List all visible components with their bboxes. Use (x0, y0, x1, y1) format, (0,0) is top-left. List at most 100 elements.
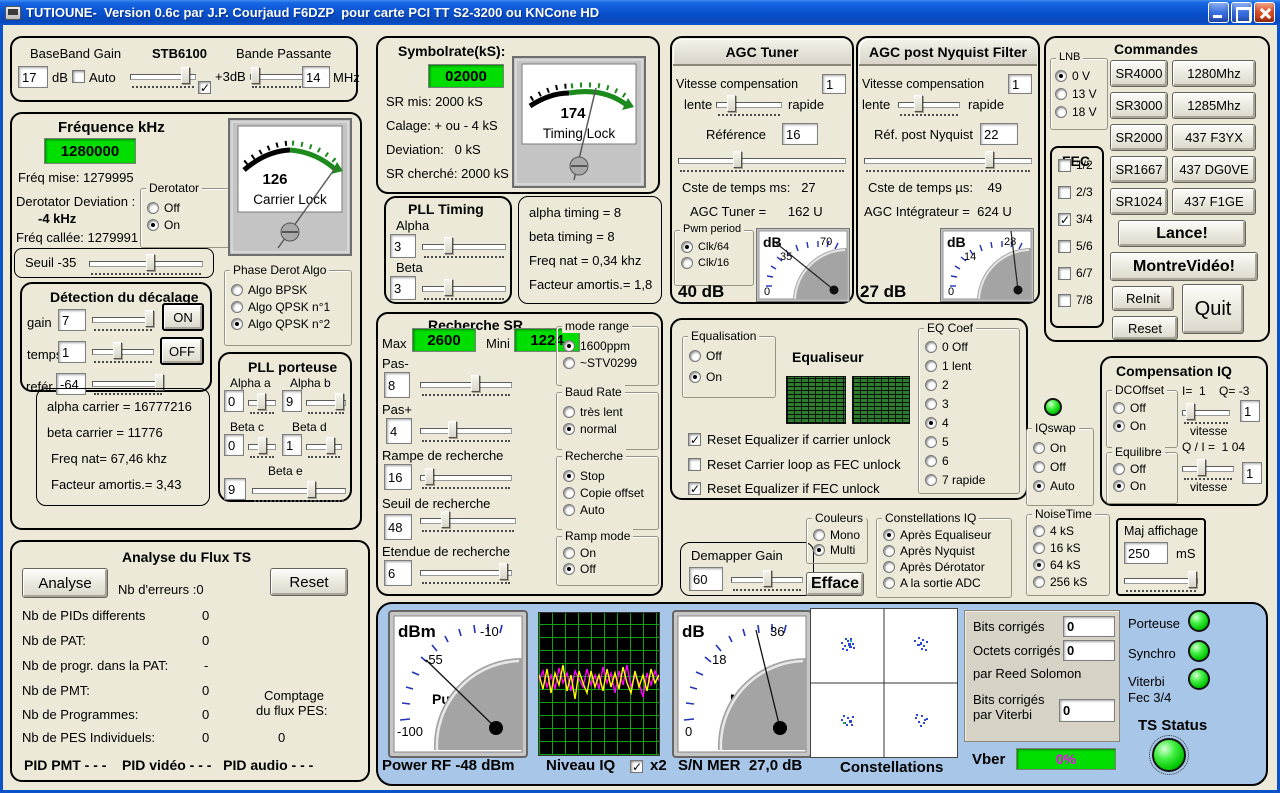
sortie-adc-radio[interactable]: A la sortie ADC (883, 576, 1011, 590)
pll-alpha-field[interactable]: 3 (390, 234, 416, 258)
sr2000-button[interactable]: SR2000 (1110, 124, 1168, 151)
lnb-0v-radio[interactable]: 0 V (1055, 69, 1107, 83)
bande-passante-field[interactable]: 14 (302, 66, 330, 88)
sr3000-button[interactable]: SR3000 (1110, 92, 1168, 119)
agc-ref-field[interactable]: 16 (782, 123, 818, 145)
baseband-gain-slider[interactable] (130, 66, 196, 86)
copie-offset-radio[interactable]: Copie offset (563, 486, 658, 500)
agc-ref-slider[interactable] (678, 150, 846, 170)
minimize-icon[interactable] (1208, 2, 1229, 23)
lnb-13v-radio[interactable]: 13 V (1055, 87, 1107, 101)
mode-1600ppm-radio[interactable]: 1600ppm (563, 339, 658, 353)
derotator-off-radio[interactable]: Off (147, 201, 229, 215)
freq-437f3yx-button[interactable]: 437 F3YX (1172, 124, 1256, 151)
pas-plus-field[interactable]: 4 (386, 418, 412, 444)
efface-button[interactable]: Efface (806, 572, 864, 596)
equilibre-vitesse-slider[interactable] (1182, 458, 1234, 478)
ramp-on-radio[interactable]: On (563, 546, 658, 560)
apres-equaliseur-radio[interactable]: Après Equaliseur (883, 528, 1011, 542)
equilibre-vitesse-field[interactable]: 1 (1242, 462, 1262, 484)
pll-beta-slider[interactable] (422, 278, 506, 298)
detection-off-button[interactable]: OFF (160, 337, 204, 365)
equilibre-off-radio[interactable]: Off (1113, 462, 1177, 476)
ramp-off-radio[interactable]: Off (563, 562, 658, 576)
demapper-slider[interactable] (731, 569, 803, 589)
algo-bpsk-radio[interactable]: Algo BPSK (231, 283, 351, 297)
nyq-vitesse-slider[interactable] (898, 94, 960, 114)
commandes-reset-button[interactable]: Reset (1112, 316, 1178, 340)
normal-radio[interactable]: normal (563, 422, 658, 436)
dcoffset-vitesse-field[interactable]: 1 (1240, 400, 1260, 422)
analyse-reset-button[interactable]: Reset (270, 568, 348, 596)
iqswap-on-radio[interactable]: On (1033, 441, 1093, 455)
beta-c-field[interactable]: 0 (224, 434, 244, 456)
algo-qpsk1-radio[interactable]: Algo QPSK n°1 (231, 300, 351, 314)
pas-moins-field[interactable]: 8 (384, 372, 410, 398)
coef-5-radio[interactable]: 5 (925, 435, 1019, 449)
alpha-b-field[interactable]: 9 (282, 390, 302, 412)
multi-radio[interactable]: Multi (813, 543, 867, 557)
iqswap-auto-radio[interactable]: Auto (1033, 479, 1093, 493)
clk64-radio[interactable]: Clk/64 (681, 241, 753, 253)
gain-field[interactable]: 7 (58, 309, 86, 331)
fec-34-checkbox[interactable]: 3/4 (1058, 212, 1102, 226)
freq-437f1ge-button[interactable]: 437 F1GE (1172, 188, 1256, 215)
agc-vitesse-slider[interactable] (716, 94, 782, 114)
tres-lent-radio[interactable]: très lent (563, 405, 658, 419)
detection-on-button[interactable]: ON (162, 303, 204, 331)
lance-button[interactable]: Lance! (1118, 220, 1246, 247)
apres-derotator-radio[interactable]: Après Dérotator (883, 560, 1011, 574)
reset-eq-fec-checkbox[interactable]: Reset Equalizer if FEC unlock (688, 481, 880, 496)
mode-stv0299-radio[interactable]: ~STV0299 (563, 356, 658, 370)
maj-field[interactable]: 250 (1124, 542, 1168, 564)
reinit-button[interactable]: ReInit (1112, 286, 1174, 311)
seuil-recherche-slider[interactable] (420, 510, 516, 530)
x2-checkbox[interactable] (630, 760, 643, 773)
dcoffset-on-radio[interactable]: On (1113, 419, 1177, 433)
lnb-18v-radio[interactable]: 18 V (1055, 105, 1107, 119)
nyq-ref-field[interactable]: 22 (980, 123, 1018, 145)
algo-qpsk2-radio[interactable]: Algo QPSK n°2 (231, 317, 351, 331)
seuil-slider[interactable] (89, 253, 203, 273)
analyse-button[interactable]: Analyse (22, 568, 108, 598)
fec-56-checkbox[interactable]: 5/6 (1058, 239, 1102, 253)
etendue-field[interactable]: 6 (384, 560, 412, 586)
coef-7-radio[interactable]: 7 rapide (925, 473, 1019, 487)
baseband-gain-field[interactable]: 17 (18, 66, 48, 88)
auto-checkbox[interactable] (72, 70, 85, 83)
coef-0-radio[interactable]: 0 Off (925, 340, 1019, 354)
dcoffset-off-radio[interactable]: Off (1113, 401, 1177, 415)
temps-slider[interactable] (92, 341, 154, 361)
freq-437dg0ve-button[interactable]: 437 DG0VE (1172, 156, 1256, 183)
fec-67-checkbox[interactable]: 6/7 (1058, 266, 1102, 280)
beta-d-slider[interactable] (306, 436, 342, 456)
demapper-field[interactable]: 60 (689, 567, 723, 591)
auto-radio[interactable]: Auto (563, 503, 658, 517)
nyq-ref-slider[interactable] (864, 150, 1032, 170)
beta-c-slider[interactable] (248, 436, 276, 456)
noise-16ks-radio[interactable]: 16 kS (1033, 541, 1109, 555)
coef-3-radio[interactable]: 3 (925, 397, 1019, 411)
sr4000-button[interactable]: SR4000 (1110, 60, 1168, 87)
equalisation-on-radio[interactable]: On (689, 370, 775, 384)
rampe-slider[interactable] (420, 467, 512, 487)
noise-64ks-radio[interactable]: 64 kS (1033, 558, 1109, 572)
coef-1-radio[interactable]: 1 lent (925, 359, 1019, 373)
freq-1280-button[interactable]: 1280Mhz (1172, 60, 1256, 87)
sr1024-button[interactable]: SR1024 (1110, 188, 1168, 215)
apres-nyquist-radio[interactable]: Après Nyquist (883, 544, 1011, 558)
mono-radio[interactable]: Mono (813, 528, 867, 542)
pas-moins-slider[interactable] (420, 374, 512, 394)
alpha-a-field[interactable]: 0 (224, 390, 244, 412)
noise-256ks-radio[interactable]: 256 kS (1033, 575, 1109, 589)
agc-vitesse-field[interactable]: 1 (822, 74, 846, 94)
dcoffset-vitesse-slider[interactable] (1182, 402, 1230, 422)
freq-1285-button[interactable]: 1285Mhz (1172, 92, 1256, 119)
stop-radio[interactable]: Stop (563, 469, 658, 483)
clk16-radio[interactable]: Clk/16 (681, 257, 753, 269)
fec-23-checkbox[interactable]: 2/3 (1058, 185, 1102, 199)
coef-2-radio[interactable]: 2 (925, 378, 1019, 392)
beta-e-slider[interactable] (252, 480, 346, 500)
montre-video-button[interactable]: MontreVidéo! (1110, 252, 1258, 281)
pll-beta-field[interactable]: 3 (390, 276, 416, 300)
